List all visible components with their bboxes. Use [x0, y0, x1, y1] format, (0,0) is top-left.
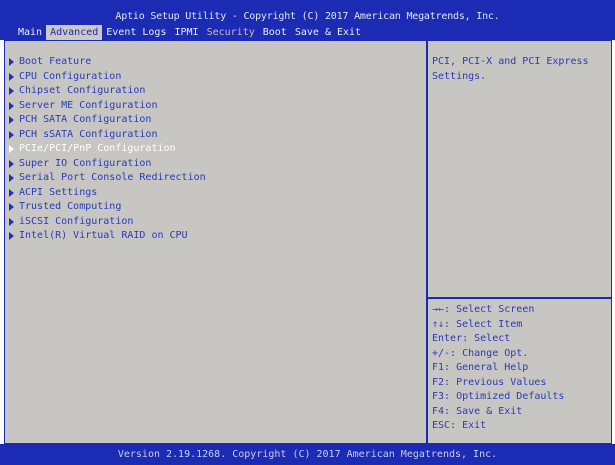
menu-item-pcie-pci-pnp-configuration[interactable]: PCIe/PCI/PnP Configuration: [9, 142, 206, 157]
menu-item-label: Intel(R) Virtual RAID on CPU: [19, 230, 188, 241]
menu-item-label: Boot Feature: [19, 56, 92, 67]
key-help-f1: F1: General Help: [432, 362, 529, 373]
submenu-arrow-icon: [9, 159, 14, 168]
advanced-menu: Boot Feature CPU Configuration Chipset C…: [9, 55, 206, 244]
tab-security[interactable]: Security: [203, 25, 259, 40]
menu-item-intel-virtual-raid-on-cpu[interactable]: Intel(R) Virtual RAID on CPU: [9, 229, 206, 244]
submenu-arrow-icon: [9, 188, 14, 197]
panel-divider: [426, 41, 428, 443]
submenu-arrow-icon: [9, 130, 14, 139]
tab-main[interactable]: Main: [14, 25, 46, 40]
menu-item-label: ACPI Settings: [19, 186, 98, 198]
footer-bar: Version 2.19.1268. Copyright (C) 2017 Am…: [0, 444, 615, 465]
tab-advanced[interactable]: Advanced: [46, 25, 103, 40]
menu-item-chipset-configuration[interactable]: Chipset Configuration: [9, 84, 206, 99]
menu-item-pch-ssata-configuration[interactable]: PCH sSATA Configuration: [9, 128, 206, 143]
menu-item-label: Super IO Configuration: [19, 157, 152, 169]
key-help-f4: F4: Save & Exit: [432, 405, 523, 417]
menu-item-label: PCIe/PCI/PnP Configuration: [19, 143, 176, 154]
submenu-arrow-icon: [9, 174, 14, 183]
submenu-arrow-icon: [9, 116, 14, 125]
help-description: PCI, PCI-X and PCI Express Settings.: [432, 56, 595, 82]
menu-item-trusted-computing[interactable]: Trusted Computing: [9, 200, 206, 215]
submenu-arrow-icon: [9, 145, 14, 154]
tab-ipmi[interactable]: IPMI: [170, 25, 202, 40]
header-bar: Aptio Setup Utility - Copyright (C) 2017…: [0, 0, 615, 40]
key-help-change-opt: +/-: Change Opt.: [432, 347, 529, 359]
menu-item-label: Trusted Computing: [19, 201, 122, 212]
submenu-arrow-icon: [9, 203, 14, 212]
submenu-arrow-icon: [9, 58, 14, 67]
menu-item-pch-sata-configuration[interactable]: PCH SATA Configuration: [9, 113, 206, 128]
menu-item-label: PCH sSATA Configuration: [19, 128, 158, 140]
help-separator: [428, 297, 611, 299]
menu-item-cpu-configuration[interactable]: CPU Configuration: [9, 70, 206, 85]
tab-event-logs[interactable]: Event Logs: [102, 25, 170, 40]
menu-item-label: Server ME Configuration: [19, 99, 158, 111]
menu-item-label: iSCSI Configuration: [19, 215, 134, 227]
key-help-select-item: ↑↓: Select Item: [432, 318, 523, 330]
bios-title: Aptio Setup Utility - Copyright (C) 2017…: [115, 11, 500, 22]
key-help-esc: ESC: Exit: [432, 420, 487, 431]
submenu-arrow-icon: [9, 101, 14, 110]
menu-item-label: Chipset Configuration: [19, 85, 146, 96]
version-text: Version 2.19.1268. Copyright (C) 2017 Am…: [117, 449, 498, 460]
menu-item-server-me-configuration[interactable]: Server ME Configuration: [9, 99, 206, 114]
key-help-enter: Enter: Select: [432, 333, 511, 344]
tab-save-exit[interactable]: Save & Exit: [291, 25, 365, 40]
key-help-select-screen: →←: Select Screen: [432, 304, 535, 315]
submenu-arrow-icon: [9, 217, 14, 226]
menu-item-label: CPU Configuration: [19, 70, 122, 82]
submenu-arrow-icon: [9, 232, 14, 241]
tab-boot[interactable]: Boot: [259, 25, 291, 40]
menu-item-serial-port-console-redirection[interactable]: Serial Port Console Redirection: [9, 171, 206, 186]
menu-item-label: PCH SATA Configuration: [19, 114, 152, 125]
submenu-arrow-icon: [9, 87, 14, 96]
menu-item-boot-feature[interactable]: Boot Feature: [9, 55, 206, 70]
submenu-arrow-icon: [9, 72, 14, 81]
menu-item-label: Serial Port Console Redirection: [19, 172, 206, 183]
menu-item-acpi-settings[interactable]: ACPI Settings: [9, 186, 206, 201]
key-help-f2: F2: Previous Values: [432, 376, 547, 388]
key-help-list: →←: Select Screen ↑↓: Select Item Enter:…: [432, 303, 564, 434]
key-help-f3: F3: Optimized Defaults: [432, 391, 565, 402]
menu-item-super-io-configuration[interactable]: Super IO Configuration: [9, 157, 206, 172]
menu-item-iscsi-configuration[interactable]: iSCSI Configuration: [9, 215, 206, 230]
main-panel: Boot Feature CPU Configuration Chipset C…: [4, 40, 612, 444]
tab-bar: Main Advanced Event Logs IPMI Security B…: [14, 25, 365, 40]
